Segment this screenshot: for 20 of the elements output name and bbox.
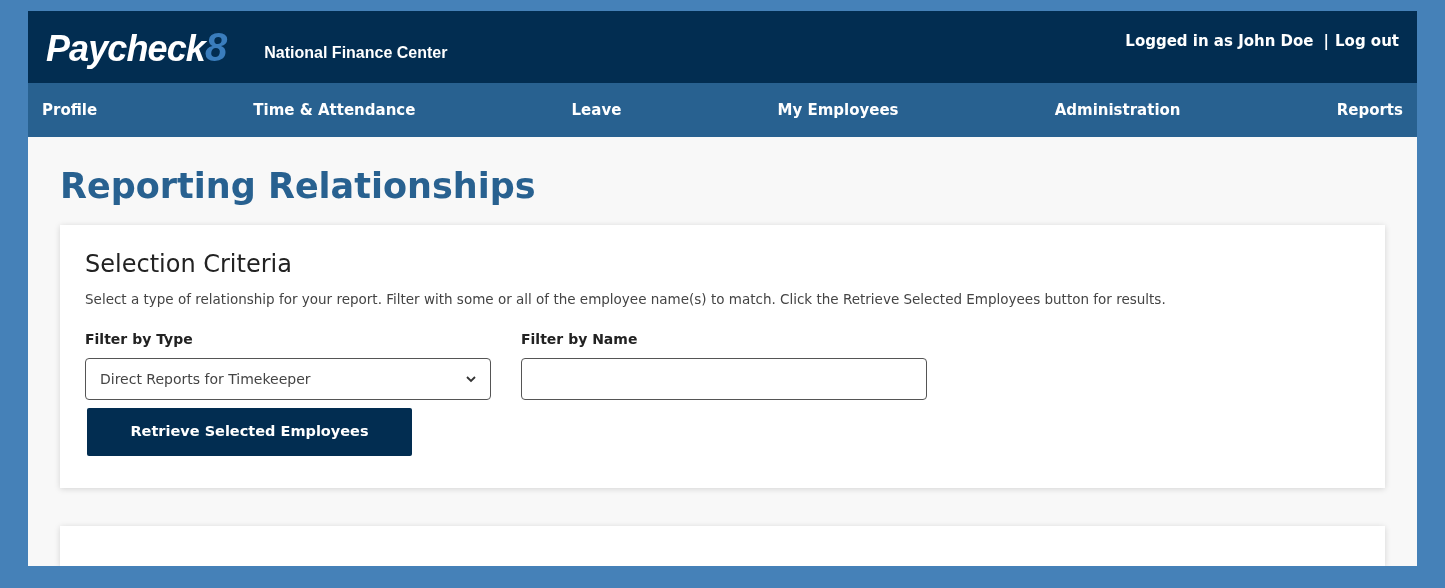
nav-link[interactable]: Reports <box>1336 98 1403 122</box>
site-subtitle: National Finance Center <box>264 42 448 63</box>
type-select[interactable]: Direct Reports for Timekeeper <box>85 358 491 400</box>
nav-link[interactable]: Administration <box>1054 98 1181 122</box>
section-description: Select a type of relationship for your report. Filter with some or all of the employee name(s) to match. Click the Retrieve Selected Employees button for results. <box>85 289 1167 309</box>
separator: | <box>1323 30 1329 52</box>
user-label: Logged in as John Doe <box>1125 30 1314 52</box>
logout-link[interactable]: Log out <box>1335 29 1399 53</box>
field-label: Filter by Type <box>85 330 194 349</box>
field-label: Filter by Name <box>521 330 639 349</box>
page-title: Reporting Relationships <box>60 165 537 208</box>
section-title: Selection Criteria <box>85 248 293 279</box>
retrieve-button[interactable]: Retrieve Selected Employees <box>87 408 412 456</box>
chevron-down-icon <box>466 375 476 383</box>
nav-link[interactable]: Profile <box>42 98 98 122</box>
name-input[interactable] <box>521 358 927 400</box>
nav-link[interactable]: Time & Attendance <box>253 98 416 122</box>
nav-link[interactable]: My Employees <box>777 98 899 122</box>
logo: Paycheck8 <box>46 26 227 67</box>
nav-link[interactable]: Leave <box>571 98 622 122</box>
